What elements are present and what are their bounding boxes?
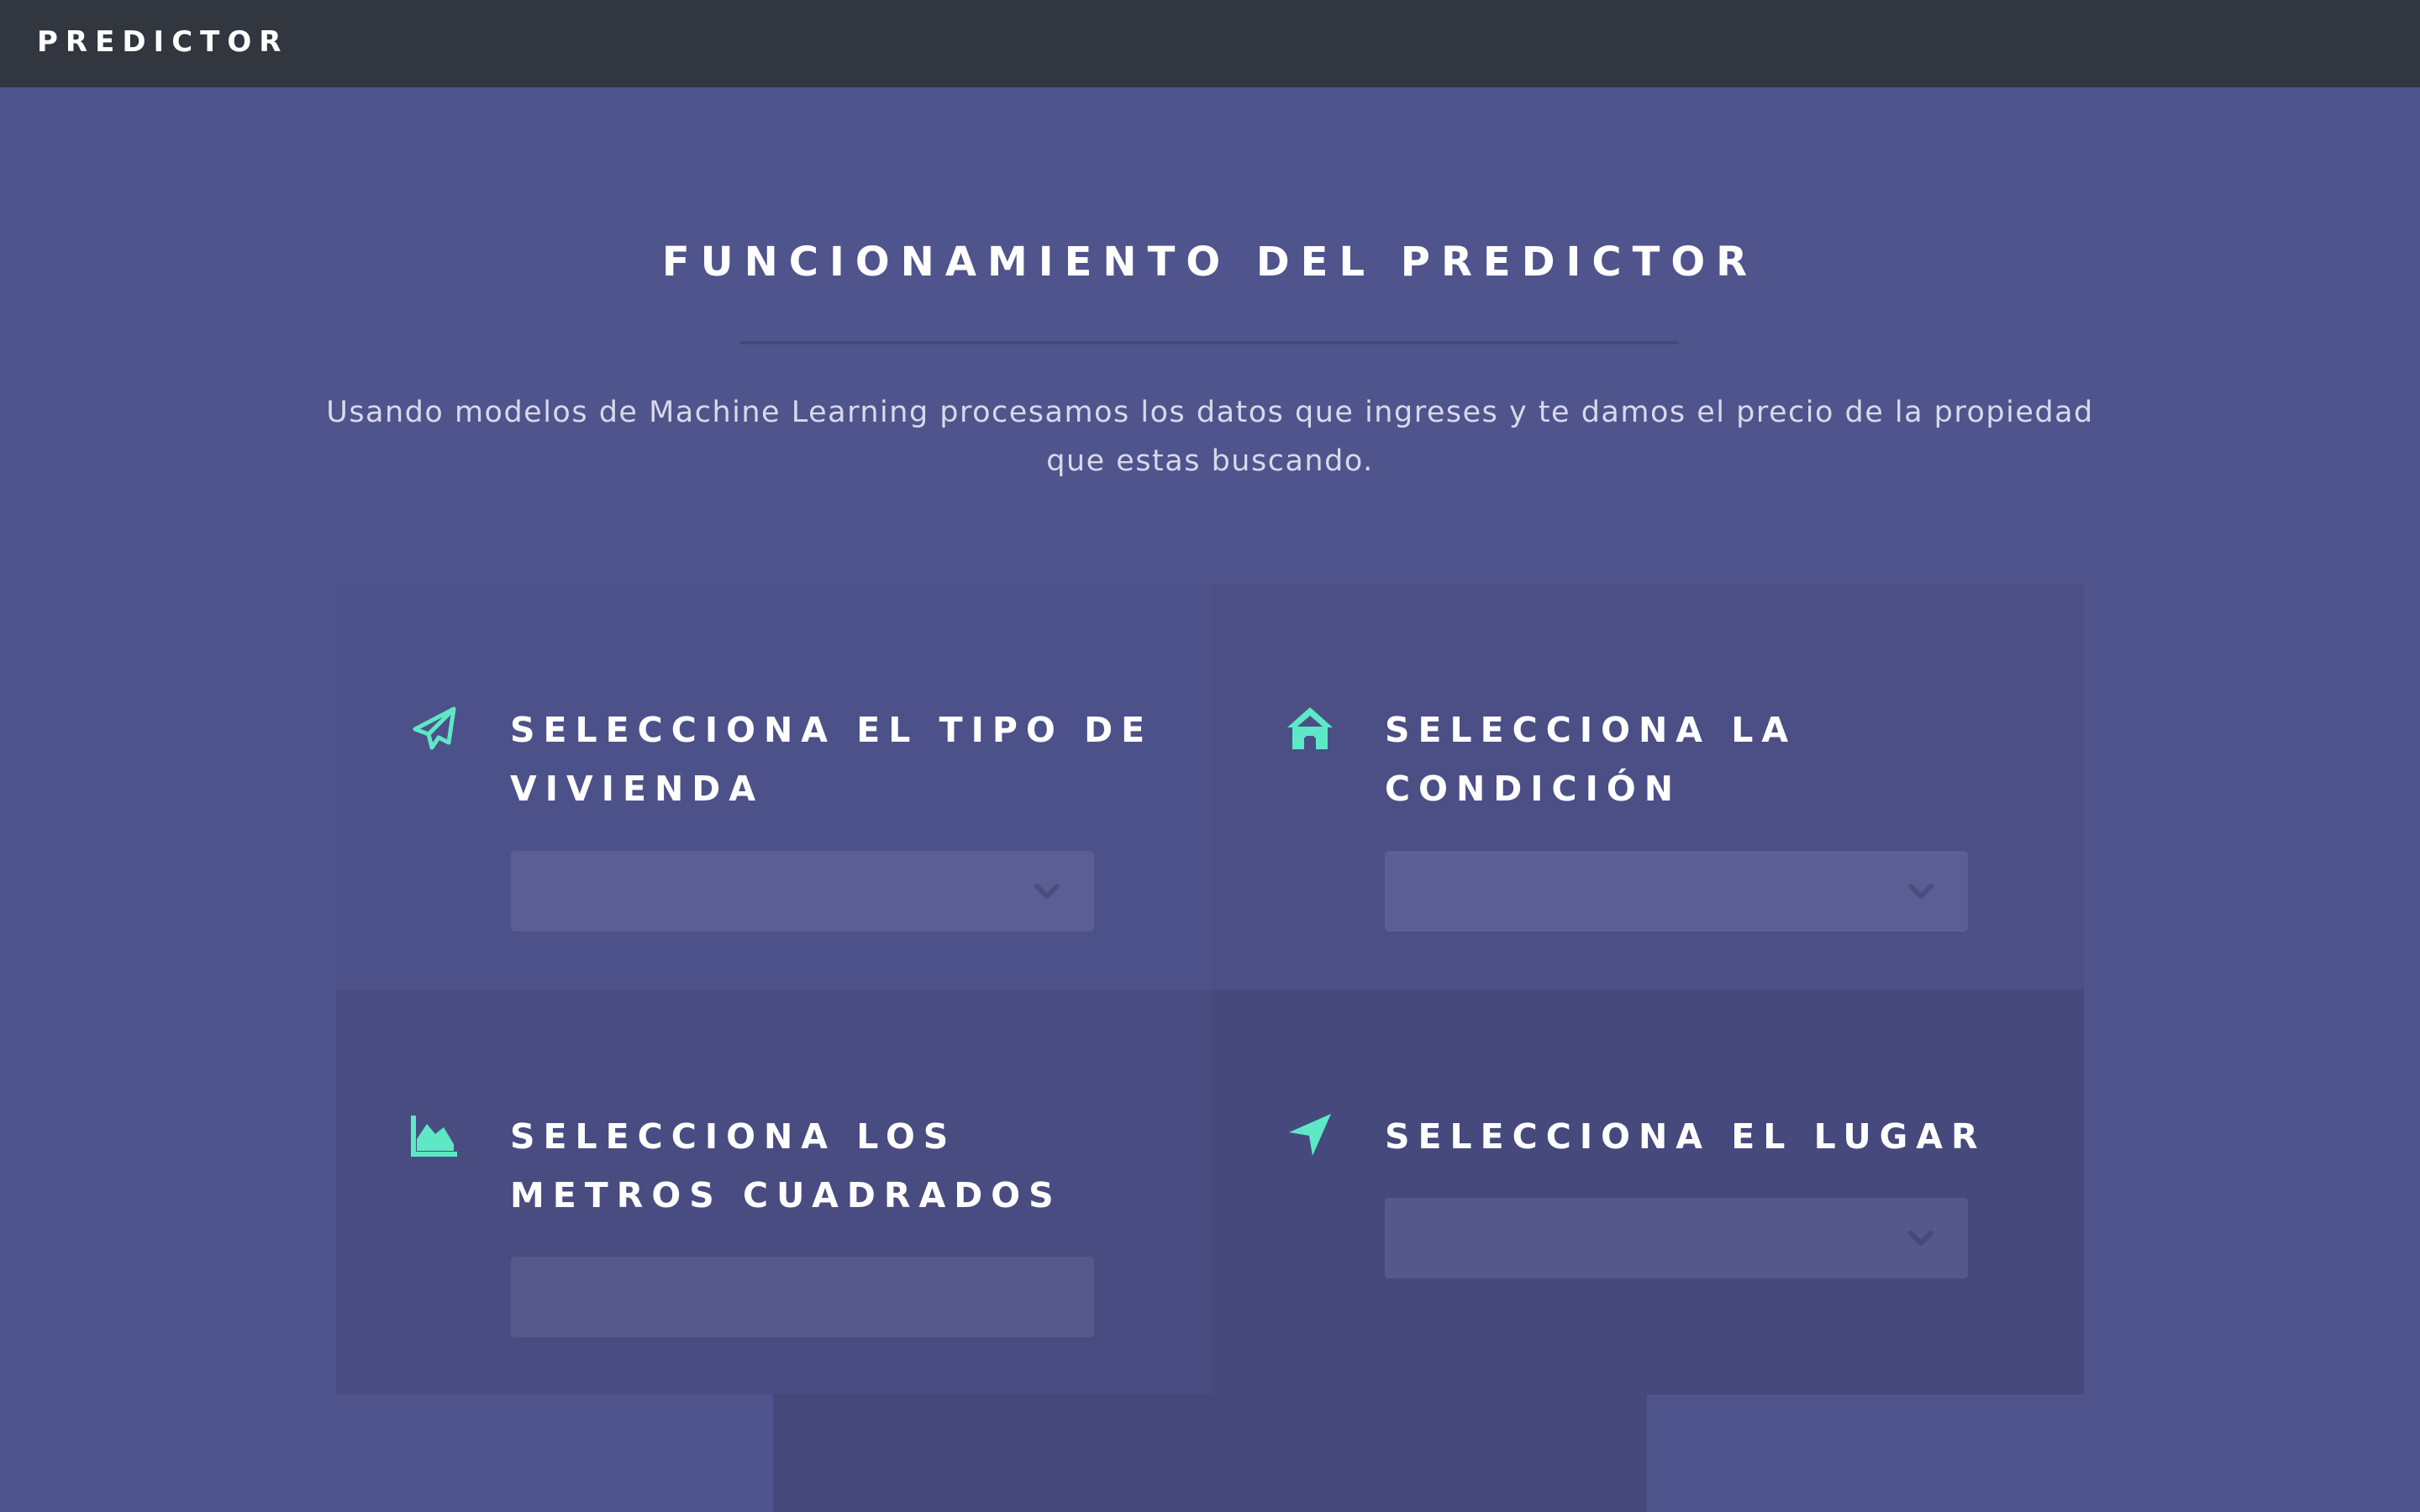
navbar: PREDICTOR bbox=[0, 0, 2420, 87]
condicion-select[interactable] bbox=[1385, 851, 1968, 932]
condicion-heading: SELECCIONA LA CONDICIÓN bbox=[1385, 701, 1797, 818]
tipo-heading-line-1: SELECCIONA EL TIPO DE bbox=[510, 710, 1154, 750]
tipo-select[interactable] bbox=[511, 851, 1094, 932]
lugar-select[interactable] bbox=[1385, 1198, 1968, 1278]
metros-input[interactable] bbox=[511, 1257, 1094, 1337]
metros-heading-line-1: SELECCIONA LOS bbox=[510, 1116, 957, 1157]
paper-plane-icon bbox=[410, 704, 459, 753]
tipo-heading-line-2: VIVIENDA bbox=[510, 769, 765, 809]
field-card-lugar bbox=[1212, 990, 2084, 1394]
title-divider bbox=[739, 341, 1679, 344]
chevron-down-icon bbox=[1907, 1226, 1934, 1250]
chevron-down-icon bbox=[1907, 879, 1934, 903]
intro-line-2: que estas buscando. bbox=[1046, 444, 1374, 478]
condicion-heading-line-1: SELECCIONA LA bbox=[1385, 710, 1797, 750]
condicion-heading-line-2: CONDICIÓN bbox=[1385, 769, 1682, 809]
area-chart-icon bbox=[410, 1110, 459, 1159]
section-title: FUNCIONAMIENTO DEL PREDICTOR bbox=[661, 239, 1759, 286]
lugar-heading-line-1: SELECCIONA EL LUGAR bbox=[1385, 1116, 1986, 1157]
brand-logo[interactable]: PREDICTOR bbox=[37, 25, 288, 59]
section-intro: Usando modelos de Machine Learning proce… bbox=[319, 388, 2101, 486]
submit-area bbox=[773, 1394, 1647, 1512]
house-icon bbox=[1286, 704, 1334, 753]
metros-heading: SELECCIONA LOS METROS CUADRADOS bbox=[510, 1107, 1062, 1225]
chevron-down-icon bbox=[1034, 879, 1060, 903]
tipo-heading: SELECCIONA EL TIPO DE VIVIENDA bbox=[510, 701, 1153, 818]
lugar-heading: SELECCIONA EL LUGAR bbox=[1385, 1107, 1986, 1166]
location-arrow-icon bbox=[1286, 1110, 1334, 1159]
intro-line-1: Usando modelos de Machine Learning proce… bbox=[326, 396, 2094, 429]
metros-heading-line-2: METROS CUADRADOS bbox=[510, 1175, 1062, 1215]
